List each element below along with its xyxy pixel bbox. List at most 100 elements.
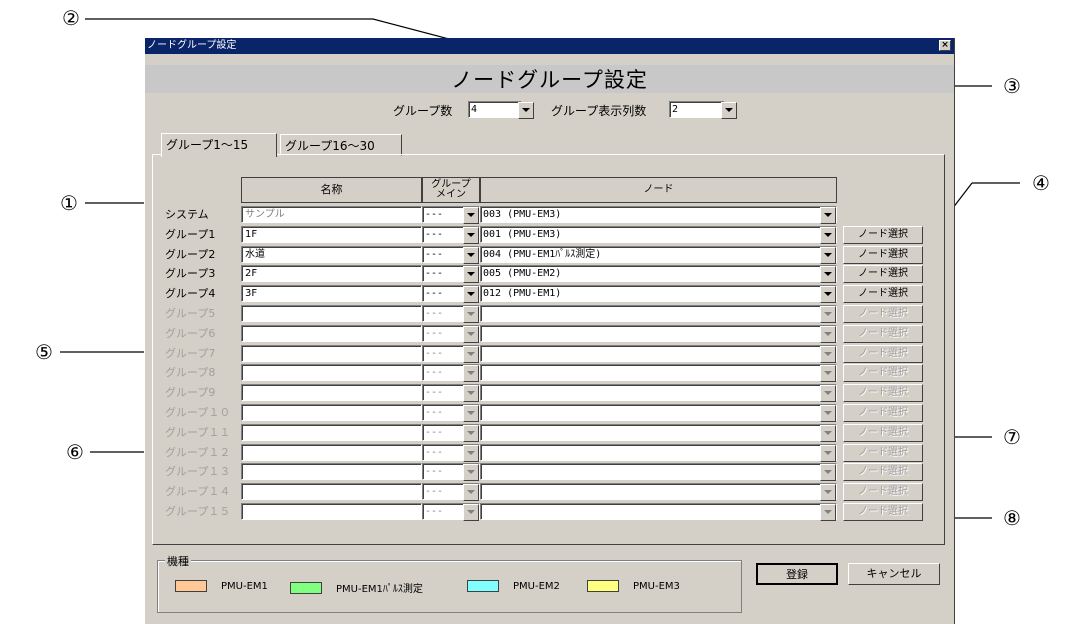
row-name-input xyxy=(241,423,422,441)
row-main-value: --- xyxy=(425,308,444,319)
row-label: グループ6 xyxy=(165,326,216,340)
row-main-value: --- xyxy=(425,407,444,418)
node-select-button: ノード選択 xyxy=(843,463,923,482)
row-main-select: --- xyxy=(422,404,480,422)
row-node-select[interactable]: 005 (PMU-EM2) xyxy=(480,265,837,284)
row-name-input xyxy=(241,503,422,520)
node-select-button[interactable]: ノード選択 xyxy=(843,225,923,244)
dialog-title: ノードグループ設定 xyxy=(451,68,648,92)
group-count-label: グループ数 xyxy=(393,104,453,118)
row-label: グループ9 xyxy=(165,386,216,400)
chevron-down-icon xyxy=(820,365,836,383)
row-main-select: --- xyxy=(422,423,480,442)
chevron-down-icon xyxy=(820,424,836,442)
row-node-select[interactable]: 001 (PMU-EM3) xyxy=(480,225,837,244)
group-cols-value: 2 xyxy=(672,104,679,115)
chevron-down-icon xyxy=(820,464,836,482)
chevron-down-icon[interactable] xyxy=(820,286,836,304)
row-main-value: --- xyxy=(425,347,444,359)
row-main-select[interactable]: --- xyxy=(422,206,480,224)
chevron-down-icon xyxy=(463,444,479,462)
color-swatch xyxy=(290,581,322,594)
window-title-bar[interactable]: ノードグループ設定 × xyxy=(145,38,954,54)
row-main-select[interactable]: --- xyxy=(422,265,480,284)
chevron-down-icon xyxy=(820,345,836,363)
node-select-button[interactable]: ノード選択 xyxy=(843,265,923,284)
chevron-down-icon[interactable] xyxy=(820,226,836,244)
node-select-button[interactable]: ノード選択 xyxy=(843,285,923,304)
chevron-down-icon[interactable] xyxy=(463,246,479,264)
row-main-value: --- xyxy=(425,387,444,399)
row-label: グループ7 xyxy=(165,346,216,360)
node-select-button: ノード選択 xyxy=(843,384,923,403)
node-select-button: ノード選択 xyxy=(843,344,923,363)
chevron-down-icon xyxy=(463,306,479,323)
callout-6: ⑥ xyxy=(66,440,84,464)
chevron-down-icon[interactable] xyxy=(463,207,479,224)
row-name-input[interactable]: サンプル xyxy=(241,206,422,223)
row-name-input xyxy=(241,463,422,481)
row-main-select: --- xyxy=(422,344,480,363)
chevron-down-icon xyxy=(463,385,479,403)
tab-groups-16-30[interactable]: グループ16～30 xyxy=(280,134,402,156)
node-select-button[interactable]: ノード選択 xyxy=(843,245,923,264)
row-main-select[interactable]: --- xyxy=(422,245,480,264)
kishu-item-name: PMU-EM3 xyxy=(633,580,680,592)
header-name: 名称 xyxy=(241,177,422,203)
row-node-select[interactable]: 012 (PMU-EM1) xyxy=(480,285,837,304)
row-name-input xyxy=(241,324,422,342)
close-icon[interactable]: × xyxy=(939,40,951,51)
kishu-label: 機種 xyxy=(165,553,191,569)
callout-8: ⑧ xyxy=(1003,506,1021,530)
kishu-item-name: PMU-EM2 xyxy=(513,580,560,592)
group-count-value: 4 xyxy=(471,104,478,115)
chevron-down-icon[interactable] xyxy=(463,226,479,244)
chevron-down-icon[interactable] xyxy=(820,207,836,224)
row-main-select: --- xyxy=(422,463,480,482)
row-main-select[interactable]: --- xyxy=(422,285,480,304)
chevron-down-icon[interactable] xyxy=(463,286,479,304)
chevron-down-icon[interactable] xyxy=(721,102,737,119)
chevron-down-icon xyxy=(820,405,836,422)
kishu-item-name: PMU-EM1ﾊﾟﾙｽ測定 xyxy=(336,584,423,595)
row-node-value: 012 (PMU-EM1) xyxy=(483,288,562,300)
tab-groups-1-15[interactable]: グループ1～15 xyxy=(161,133,277,157)
row-node-value: 005 (PMU-EM2) xyxy=(483,268,562,280)
row-node-select xyxy=(480,503,837,521)
chevron-down-icon[interactable] xyxy=(463,266,479,284)
kishu-item: PMU-EM1ﾊﾟﾙｽ測定 xyxy=(290,580,423,595)
row-name-input[interactable]: 水道 xyxy=(241,245,422,263)
chevron-down-icon[interactable] xyxy=(518,102,534,119)
chevron-down-icon xyxy=(820,385,836,403)
chevron-down-icon xyxy=(463,464,479,482)
window-title: ノードグループ設定 xyxy=(147,40,237,51)
row-node-select xyxy=(480,364,837,383)
node-select-button: ノード選択 xyxy=(843,364,923,383)
kishu-item: PMU-EM2 xyxy=(467,580,560,592)
node-select-button: ノード選択 xyxy=(843,443,923,462)
node-select-button: ノード選択 xyxy=(843,305,923,323)
row-label: グループ2 xyxy=(165,247,216,261)
row-node-select[interactable]: 004 (PMU-EM1ﾊﾟﾙｽ測定) xyxy=(480,245,837,264)
row-node-select[interactable]: 003 (PMU-EM3) xyxy=(480,206,837,224)
row-main-value: --- xyxy=(425,486,444,498)
row-main-select: --- xyxy=(422,305,480,323)
node-select-button: ノード選択 xyxy=(843,483,923,502)
row-name-input[interactable]: 2F xyxy=(241,265,422,283)
row-main-value: --- xyxy=(425,327,444,339)
cancel-button[interactable]: キャンセル xyxy=(848,563,940,585)
color-swatch xyxy=(175,580,207,592)
chevron-down-icon xyxy=(820,504,836,521)
row-main-value: --- xyxy=(425,248,444,260)
chevron-down-icon[interactable] xyxy=(820,246,836,264)
register-button[interactable]: 登録 xyxy=(756,563,838,585)
group-cols-select[interactable]: 2 xyxy=(669,101,737,119)
row-main-select[interactable]: --- xyxy=(422,225,480,244)
group-count-select[interactable]: 4 xyxy=(468,101,534,119)
chevron-down-icon[interactable] xyxy=(820,266,836,284)
row-name-input[interactable]: 1F xyxy=(241,225,422,243)
row-name-input[interactable]: 3F xyxy=(241,285,422,303)
row-name-input xyxy=(241,344,422,362)
row-node-select xyxy=(480,305,837,323)
row-main-value: --- xyxy=(425,426,444,438)
